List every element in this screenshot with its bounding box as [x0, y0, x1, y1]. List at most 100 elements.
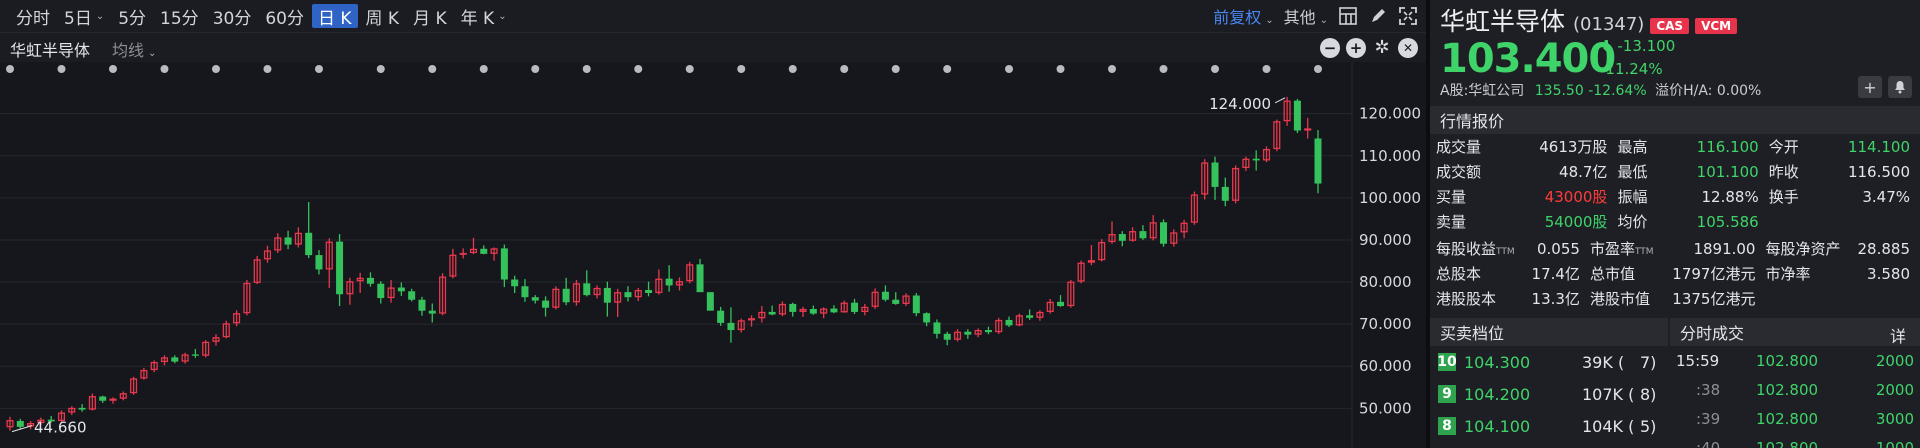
candle-body-down: [315, 255, 323, 270]
event-marker: [943, 65, 952, 73]
candle-body-up: [459, 252, 467, 255]
fullscreen-icon[interactable]: [1398, 6, 1418, 26]
change-percent: -11.24%: [1600, 60, 1663, 78]
tab-period-8[interactable]: 月 K: [407, 4, 453, 29]
change-value: -13.100: [1617, 37, 1676, 55]
trade-time: 15:59: [1676, 351, 1720, 370]
quote-label: 成交量: [1436, 138, 1482, 156]
chevron-down-icon: ⌄: [498, 10, 507, 22]
orderbook-count: 8): [1640, 384, 1657, 404]
tab-period-2[interactable]: 5分: [112, 4, 152, 29]
tab-period-0[interactable]: 分时: [10, 4, 56, 29]
time-sales-rows: 15:59 102.800 2000:38 102.800 2000:39 102.800…: [1670, 346, 1920, 448]
ma-dropdown[interactable]: 均线 ⌄: [112, 37, 156, 61]
badge-vcm: VCM: [1695, 18, 1738, 34]
quote-label: 振幅: [1617, 188, 1648, 206]
kline-chart[interactable]: 120.000 110.000 100.000 90.000 80.000 70.000 6…: [0, 62, 1426, 448]
level-badge: 8: [1438, 417, 1456, 435]
y-tick-label: 120.000: [1359, 105, 1421, 123]
quote-row: 卖量 54000股 均价 105.586: [1434, 209, 1918, 234]
orderbook-row[interactable]: 9 104.200 107K (8): [1430, 378, 1668, 410]
adjust-dropdown[interactable]: 前复权 ⌄: [1213, 4, 1273, 28]
quote-label: 最低: [1617, 163, 1648, 181]
candle-body-down: [933, 322, 941, 334]
pen-icon[interactable]: [1368, 6, 1388, 26]
a-share-label[interactable]: A股:华虹公司: [1440, 83, 1524, 99]
add-watchlist-icon[interactable]: +: [1858, 76, 1882, 98]
candle-body-down: [418, 299, 426, 311]
app-root: 分时 5日 ⌄ 5分 15分 30分 60分日 K周 K月 K年 K ⌄ 前复权 ⌄ 其他 ⌄ 华…: [0, 0, 1920, 448]
other-dropdown[interactable]: 其他 ⌄: [1284, 4, 1328, 28]
tab-period-label: 年 K: [460, 8, 495, 29]
max-label: 124.000: [1209, 95, 1271, 113]
quote-value: 114.100: [1847, 137, 1910, 156]
candle-body-down: [500, 248, 508, 280]
zoom-in-icon[interactable]: +: [1346, 38, 1366, 58]
orderbook-price: 104.100: [1464, 416, 1531, 436]
tab-period-3[interactable]: 15分: [154, 4, 205, 29]
min-label: 44.660: [34, 419, 87, 437]
quote-value: [1815, 209, 1918, 234]
quote-value: 4613万股: [1539, 138, 1608, 156]
trade-volume: 2000: [1875, 380, 1914, 399]
close-icon[interactable]: ✕: [1398, 38, 1418, 58]
y-tick-label: 80.000: [1359, 273, 1412, 291]
quote-panel: 华虹半导体 (01347) CAS VCM 103.400 ⬇ -13.100 -11…: [1430, 0, 1920, 448]
event-marker: [1262, 65, 1271, 73]
orderbook-count: 7): [1640, 352, 1657, 372]
candle-body-down: [1293, 100, 1301, 131]
a-share-price: 135.50: [1534, 83, 1584, 99]
fundamentals-label-cell: 港股股本: [1434, 286, 1524, 311]
candle-body-down: [892, 299, 900, 304]
fundamentals-value: 0.055: [1536, 239, 1580, 258]
tab-period-label: 5日: [64, 8, 92, 29]
settings-icon[interactable]: ✲: [1372, 38, 1392, 58]
event-marker: [6, 65, 14, 73]
candle-body-down: [881, 291, 889, 300]
zoom-out-icon[interactable]: −: [1320, 38, 1340, 58]
orderbook-row[interactable]: 8 104.100 104K (5): [1430, 410, 1668, 442]
tab-period-4[interactable]: 30分: [207, 4, 258, 29]
fundamentals-value: 17.4亿: [1531, 265, 1580, 283]
fundamentals-row: 港股股本 13.3亿 港股市值 1375亿港元: [1434, 286, 1918, 311]
orderbook: 买卖档位 10 104.300 39K (7) 9 104.200 107K (8) 8 10…: [1430, 318, 1668, 442]
fundamentals-label: 港股市值: [1589, 290, 1650, 308]
fundamentals-label: 每股净资产: [1765, 240, 1841, 258]
orderbook-title: 买卖档位: [1430, 318, 1668, 346]
kline-chart-area[interactable]: 120.000 110.000 100.000 90.000 80.000 70.000 6…: [0, 62, 1426, 448]
quote-value: 3.47%: [1862, 187, 1910, 206]
candle-body-down: [562, 288, 570, 303]
tab-period-9[interactable]: 年 K ⌄: [455, 4, 513, 29]
quote-value: 105.586: [1696, 212, 1759, 231]
candle-body-down: [1057, 301, 1065, 307]
ma-label: 均线: [112, 41, 145, 60]
trade-time: :39: [1696, 409, 1721, 428]
tab-period-7[interactable]: 周 K: [360, 4, 406, 29]
layout-grid-icon[interactable]: [1338, 6, 1358, 26]
tab-period-label: 日 K: [317, 8, 352, 29]
event-marker: [531, 65, 540, 73]
tab-period-1[interactable]: 5日 ⌄: [58, 4, 110, 29]
tab-period-5[interactable]: 60分: [259, 4, 310, 29]
quote-header: 华虹半导体 (01347) CAS VCM 103.400 ⬇ -13.100 -11…: [1430, 0, 1920, 106]
fundamentals-label: 港股股本: [1436, 290, 1497, 308]
orderbook-volume: 39K (: [1582, 352, 1625, 372]
candle-body-down: [768, 311, 776, 315]
price-change: ⬇ -13.100 -11.24%: [1600, 36, 1675, 79]
quote-row: 成交额 48.7亿 最低 101.100 昨收 116.500: [1434, 159, 1918, 184]
candle-body-up: [747, 318, 756, 321]
orderbook-row[interactable]: 10 104.300 39K (7): [1430, 346, 1668, 378]
orderbook-volume: 104K (: [1582, 416, 1635, 436]
tab-period-6[interactable]: 日 K: [311, 4, 358, 29]
candle-body-down: [1005, 319, 1013, 326]
bottom-panels: 买卖档位 10 104.300 39K (7) 9 104.200 107K (8) 8 10…: [1430, 318, 1920, 448]
quote-row: 成交量 4613万股 最高 116.100 今开 114.100: [1434, 134, 1918, 159]
event-marker: [428, 65, 437, 73]
toolbar-right: 前复权 ⌄ 其他 ⌄: [1213, 0, 1418, 32]
event-marker: [479, 65, 488, 73]
stock-name: 华虹半导体: [1440, 7, 1566, 36]
time-sales-detail-link[interactable]: 详: [1890, 323, 1906, 347]
tab-period-label: 周 K: [365, 8, 400, 29]
fundamentals-label: 市盈率: [1589, 240, 1635, 258]
bell-icon[interactable]: [1888, 76, 1912, 98]
